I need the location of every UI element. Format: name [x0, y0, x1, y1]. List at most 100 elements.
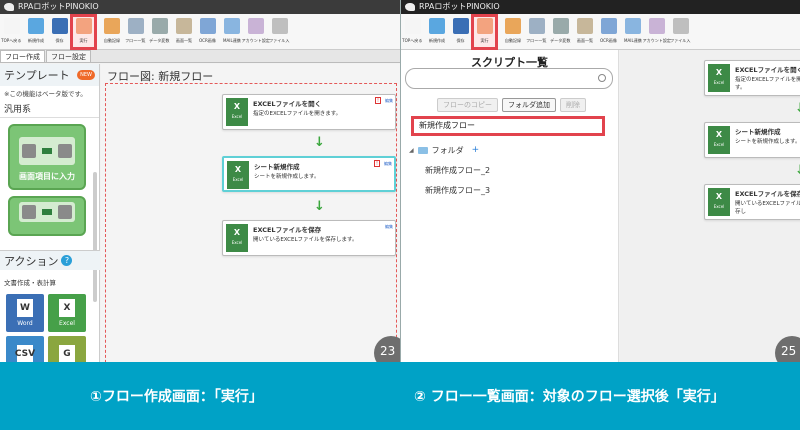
toolbar-button-3[interactable]: 実行	[471, 14, 498, 50]
toolbar-button-2[interactable]: 保存	[449, 16, 472, 48]
edit-link[interactable]: 編集	[385, 98, 393, 104]
toolbar-button-5[interactable]: フロー一覧	[525, 16, 548, 48]
toolbar-label: TOPへ戻る	[1, 39, 22, 44]
toolbar-button-0[interactable]: TOPへ戻る	[401, 16, 424, 48]
toolbar-icon	[624, 18, 641, 34]
toolbar-button-6[interactable]: データ変数	[148, 16, 171, 48]
toolbar-button-2[interactable]: 保存	[48, 16, 71, 48]
flow-list-screenshot: RPAロボットPINOKIO TOPへ戻る 新規作成 保存 実行 自動記録 フロー一覧 デー…	[400, 0, 800, 362]
word-action-tile[interactable]: W Word	[6, 294, 44, 332]
toolbar-label: 自動記録	[103, 39, 120, 44]
toolbar-button-7[interactable]: 画面一覧	[172, 16, 195, 48]
csv-icon: CSV	[15, 344, 35, 362]
toolbar-label: TOPへ戻る	[402, 39, 423, 44]
delete-button[interactable]: 削除	[560, 98, 586, 112]
toolbar-label: 自動記録	[504, 39, 521, 44]
flow-node-save-excel[interactable]: XExcel EXCELファイルを保存 開いているEXCELファイルを保存し	[704, 184, 800, 220]
toolbar-button-10[interactable]: アカウント設定	[642, 16, 671, 48]
toolbar-button-4[interactable]: 自動記録	[100, 16, 123, 48]
add-folder-button[interactable]: フォルダ追加	[502, 98, 556, 112]
node-description: 開いているEXCELファイルを保存し	[735, 201, 800, 215]
add-icon[interactable]: +	[472, 145, 480, 155]
sidebar-scrollbar[interactable]	[93, 172, 97, 302]
word-icon: W	[17, 299, 33, 317]
flow-node-new-sheet[interactable]: X Excel シート新規作成 シートを新規作成します。	[704, 122, 800, 158]
copy-flow-button[interactable]: フローのコピー	[437, 98, 498, 112]
tab-bar: フロー作成 フロー設定	[0, 50, 400, 63]
help-icon[interactable]: ?	[61, 255, 73, 266]
template-card-create[interactable]	[8, 196, 86, 236]
edit-link[interactable]: 編集	[385, 224, 393, 230]
flow-node-open-excel[interactable]: X Excel EXCELファイルを開く 指定のEXCELファイルを開きます。 !…	[222, 94, 396, 130]
g-action-tile[interactable]: G	[48, 336, 86, 362]
toolbar-button-1[interactable]: 新規作成	[425, 16, 448, 48]
flow-node-open-excel[interactable]: XExcel EXCELファイルを開く 指定のEXCELファイルを開きます。	[704, 60, 800, 96]
folder-row[interactable]: ◢ フォルダ +	[409, 140, 490, 160]
edit-link[interactable]: 編集	[384, 161, 392, 167]
toolbar-label: 実行	[79, 39, 88, 44]
toolbar-icon	[600, 18, 617, 34]
search-input[interactable]	[405, 68, 613, 89]
flow-node-new-sheet[interactable]: X Excel シート新規作成 シートを新規作成します。 ! 編集	[222, 156, 396, 192]
toolbar-label: OCR画像	[600, 39, 617, 44]
excel-icon: X Excel	[708, 64, 730, 92]
toolbar: TOPへ戻る 新規作成 保存 実行 自動記録 フロー一覧 データ変数 画面一覧 OCR画像 MAI…	[0, 14, 400, 50]
node-description: 開いているEXCELファイルを保存します。	[253, 237, 358, 243]
flow-canvas: フロー図: 新規フロー X Excel EXCELファイルを開く 指定のEXCEL…	[101, 64, 400, 362]
node-description: シートを新規作成します。	[254, 174, 320, 180]
tab-flow-settings[interactable]: フロー設定	[46, 50, 91, 62]
tab-flow-create[interactable]: フロー作成	[0, 50, 45, 62]
flow-node-save-excel[interactable]: X Excel EXCELファイルを保存 開いているEXCELファイルを保存します…	[222, 220, 396, 256]
node-description: 指定のEXCELファイルを開きます。	[735, 77, 800, 91]
toolbar-label: 新規作成	[428, 39, 445, 44]
arrow-down-icon: ↓	[795, 102, 800, 115]
list-item[interactable]: 新規作成フロー_3	[409, 180, 490, 200]
toolbar-icon	[452, 18, 469, 34]
toolbar-button-1[interactable]: 新規作成	[24, 16, 47, 48]
toolbar-button-10[interactable]: アカウント設定	[241, 16, 270, 48]
toolbar-button-9[interactable]: MAIL連携	[621, 16, 644, 48]
toolbar-button-11[interactable]: ファイル入	[669, 16, 692, 48]
template-card-label: 画面項目に入力	[19, 172, 75, 181]
excel-icon: X	[59, 299, 75, 317]
excel-action-tile[interactable]: X Excel	[48, 294, 86, 332]
folder-icon	[417, 146, 428, 154]
expand-triangle-icon[interactable]: ◢	[409, 147, 414, 154]
toolbar-icon	[127, 18, 144, 34]
template-category[interactable]: 汎用系	[0, 100, 99, 118]
toolbar-button-5[interactable]: フロー一覧	[124, 16, 147, 48]
excel-icon: X Excel	[226, 98, 248, 126]
toolbar-button-9[interactable]: MAIL連携	[220, 16, 243, 48]
list-item[interactable]: 新規作成フロー_2	[409, 160, 490, 180]
template-illustration-icon	[19, 137, 75, 165]
actions-header: アクション ?	[0, 250, 100, 270]
toolbar-button-8[interactable]: OCR画像	[597, 16, 620, 48]
toolbar-button-11[interactable]: ファイル入	[268, 16, 291, 48]
csv-action-tile[interactable]: CSV	[6, 336, 44, 362]
toolbar-label: アカウント設定	[642, 39, 671, 44]
node-title: EXCELファイルを開く	[253, 100, 322, 108]
node-title: シート新規作成	[735, 128, 781, 136]
template-card-input[interactable]: 画面項目に入力	[8, 124, 86, 190]
toolbar-button-3[interactable]: 実行	[70, 14, 97, 50]
toolbar-button-8[interactable]: OCR画像	[196, 16, 219, 48]
toolbar-button-7[interactable]: 画面一覧	[573, 16, 596, 48]
toolbar-icon	[648, 18, 665, 34]
toolbar-label: データ変数	[550, 39, 571, 44]
toolbar-icon	[51, 18, 68, 34]
toolbar-button-6[interactable]: データ変数	[549, 16, 572, 48]
app-title: RPAロボットPINOKIO	[419, 2, 500, 11]
toolbar-label: ファイル入	[670, 39, 691, 44]
toolbar-button-4[interactable]: 自動記録	[501, 16, 524, 48]
node-title: シート新規作成	[254, 163, 300, 171]
toolbar-label: 画面一覧	[576, 39, 593, 44]
template-illustration-icon	[19, 202, 75, 222]
tile-label: Word	[17, 320, 33, 327]
actions-subcategory: 文書作成・表計算	[4, 279, 56, 287]
template-heading: テンプレート	[4, 69, 70, 82]
page-number-badge: 25	[775, 336, 800, 362]
toolbar-icon	[247, 18, 264, 34]
toolbar-button-0[interactable]: TOPへ戻る	[0, 16, 23, 48]
list-item-selected[interactable]: 新規作成フロー	[411, 116, 605, 136]
toolbar-icon	[476, 18, 493, 34]
